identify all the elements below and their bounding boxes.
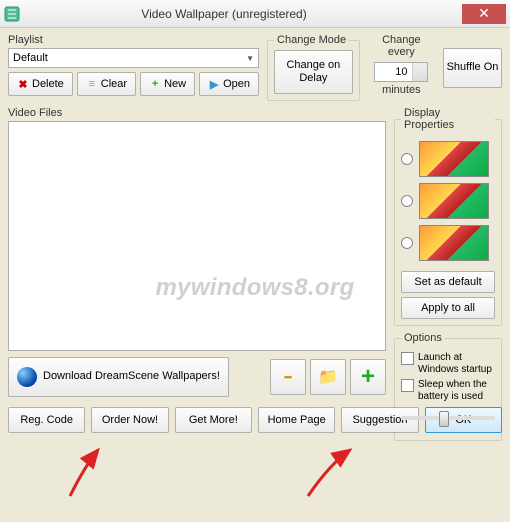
volume-slider[interactable]: [401, 416, 495, 420]
reg-code-button[interactable]: Reg. Code: [8, 407, 85, 433]
display-radio-1[interactable]: [401, 153, 413, 165]
display-radio-2[interactable]: [401, 195, 413, 207]
minus-icon: ━: [285, 371, 292, 384]
add-folder-button[interactable]: 📁: [310, 359, 346, 395]
sleep-battery-checkbox[interactable]: [401, 379, 414, 392]
change-every-input[interactable]: 10: [374, 62, 428, 82]
apply-all-button[interactable]: Apply to all: [401, 297, 495, 319]
change-on-delay-button[interactable]: Change on Delay: [274, 50, 353, 94]
open-icon: ▶: [208, 78, 220, 90]
change-every-unit: minutes: [382, 84, 421, 96]
playlist-combo[interactable]: Default▼: [8, 48, 259, 68]
plus-icon: +: [149, 78, 161, 90]
set-default-button[interactable]: Set as default: [401, 271, 495, 293]
change-every-label: Change every: [368, 34, 435, 58]
get-more-button[interactable]: Get More!: [175, 407, 252, 433]
plus-icon: +: [361, 363, 375, 391]
launch-startup-checkbox[interactable]: [401, 352, 414, 365]
annotation-arrow-1: [60, 446, 120, 509]
display-thumb-3: [419, 225, 489, 261]
clear-button[interactable]: ≡Clear: [77, 72, 136, 96]
playlist-label: Playlist: [8, 34, 259, 46]
video-files-list[interactable]: [8, 121, 386, 351]
suggestion-button[interactable]: Suggestion: [341, 407, 418, 433]
clear-icon: ≡: [86, 78, 98, 90]
folder-plus-icon: 📁: [318, 367, 338, 387]
remove-file-button[interactable]: ━: [270, 359, 306, 395]
display-properties-group: Display Properties Set as default Apply …: [394, 107, 502, 326]
window-title: Video Wallpaper (unregistered): [0, 7, 462, 21]
change-mode-group: Change Mode Change on Delay: [267, 34, 360, 101]
open-button[interactable]: ▶Open: [199, 72, 259, 96]
order-now-button[interactable]: Order Now!: [91, 407, 168, 433]
display-thumb-2: [419, 183, 489, 219]
new-button[interactable]: +New: [140, 72, 195, 96]
shuffle-button[interactable]: Shuffle On: [443, 48, 502, 88]
ok-button[interactable]: OK: [425, 407, 502, 433]
home-page-button[interactable]: Home Page: [258, 407, 335, 433]
annotation-arrow-2: [300, 446, 370, 509]
delete-button[interactable]: ✖Delete: [8, 72, 73, 96]
video-files-label: Video Files: [8, 107, 386, 119]
chevron-down-icon: ▼: [246, 54, 254, 63]
delete-icon: ✖: [17, 78, 29, 90]
close-button[interactable]: ✕: [462, 4, 506, 24]
display-thumb-1: [419, 141, 489, 177]
globe-icon: [17, 367, 37, 387]
add-file-button[interactable]: +: [350, 359, 386, 395]
display-radio-3[interactable]: [401, 237, 413, 249]
download-dreamscene-button[interactable]: Download DreamScene Wallpapers!: [8, 357, 229, 397]
